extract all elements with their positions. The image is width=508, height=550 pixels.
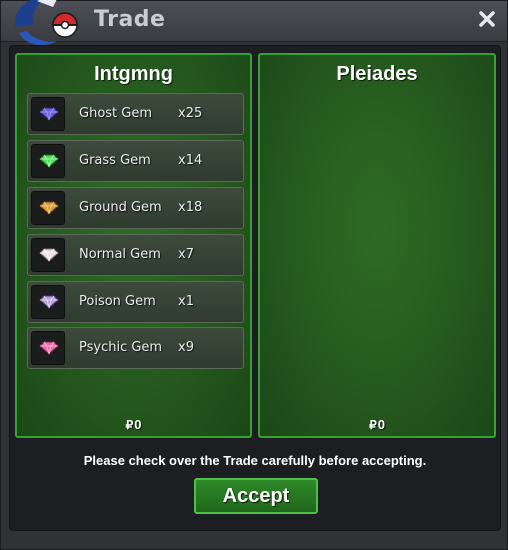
item-name: Poison Gem — [79, 294, 156, 309]
item-slot — [31, 144, 65, 178]
close-icon — [479, 11, 495, 27]
close-button[interactable] — [475, 7, 499, 31]
own-money: ₽0 — [17, 417, 250, 432]
window-title: Trade — [94, 7, 166, 32]
partner-offer-panel: Pleiades ₽0 — [258, 53, 496, 438]
title-bar[interactable]: Trade — [1, 0, 507, 46]
offer-item[interactable]: Normal Gem x7 — [27, 234, 244, 276]
item-quantity: x9 — [178, 340, 194, 355]
partner-player-name: Pleiades — [336, 63, 418, 85]
item-quantity: x7 — [178, 247, 194, 262]
money-symbol: ₽ — [125, 418, 134, 432]
item-name: Psychic Gem — [79, 340, 163, 355]
ground-gem-icon — [39, 201, 59, 215]
ghost-gem-icon — [39, 107, 59, 121]
money-symbol: ₽ — [369, 418, 377, 432]
grass-gem-icon — [39, 154, 59, 168]
own-player-name: Intgmng — [94, 63, 173, 85]
pokeball-logo-icon — [14, 0, 78, 46]
own-offer-panel: Intgmng Ghost Gem x25 Grass Gem x14 Grou… — [15, 53, 252, 438]
normal-gem-icon — [39, 248, 59, 262]
offer-item[interactable]: Poison Gem x1 — [27, 281, 244, 323]
item-name: Normal Gem — [79, 247, 161, 262]
item-name: Ground Gem — [79, 200, 162, 215]
offer-item[interactable]: Grass Gem x14 — [27, 140, 244, 182]
offer-item[interactable]: Ground Gem x18 — [27, 187, 244, 229]
item-quantity: x1 — [178, 294, 194, 309]
item-quantity: x14 — [178, 153, 203, 168]
partner-money: ₽0 — [260, 417, 494, 432]
offer-item[interactable]: Ghost Gem x25 — [27, 93, 244, 135]
offer-item[interactable]: Psychic Gem x9 — [27, 327, 244, 369]
item-slot — [31, 331, 65, 365]
item-slot — [31, 238, 65, 272]
item-slot — [31, 285, 65, 319]
trade-notice: Please check over the Trade carefully be… — [83, 453, 427, 468]
partner-money-amount: 0 — [377, 417, 385, 432]
item-quantity: x18 — [178, 200, 203, 215]
item-quantity: x25 — [178, 106, 203, 121]
accept-button[interactable]: Accept — [194, 478, 318, 514]
psychic-gem-icon — [39, 341, 59, 355]
poison-gem-icon — [39, 295, 59, 309]
trade-window: Trade Intgmng Ghost Gem x25 Grass Gem x1… — [0, 0, 508, 550]
item-name: Grass Gem — [79, 153, 151, 168]
own-money-amount: 0 — [134, 417, 142, 432]
item-name: Ghost Gem — [79, 106, 153, 121]
item-slot — [31, 191, 65, 225]
item-slot — [31, 97, 65, 131]
